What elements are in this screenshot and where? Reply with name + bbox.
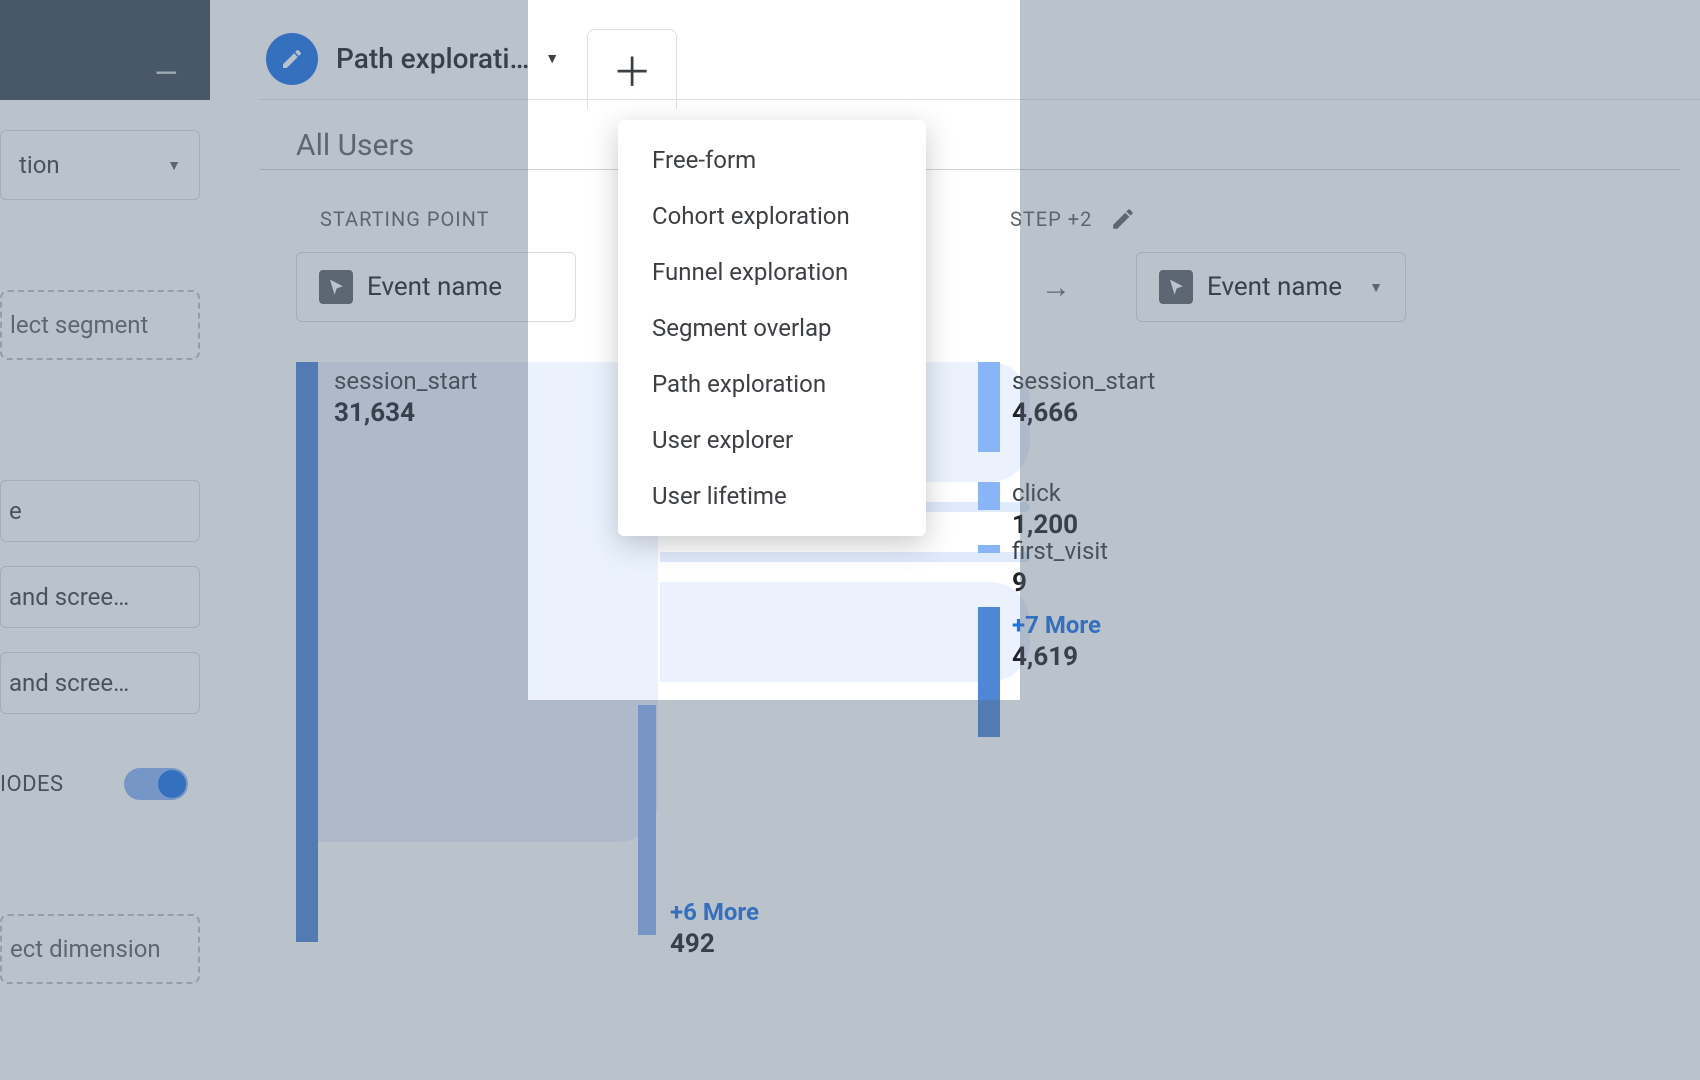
menu-item-segment-overlap[interactable]: Segment overlap: [618, 300, 926, 356]
plus-icon: ＋: [612, 40, 652, 98]
menu-item-user-lifetime[interactable]: User lifetime: [618, 468, 926, 524]
node-bar-step2-1[interactable]: [978, 482, 1000, 510]
node-bar-step2-0[interactable]: [978, 362, 1000, 452]
node-bar-step2-2[interactable]: [978, 545, 1000, 553]
menu-item-funnel-exploration[interactable]: Funnel exploration: [618, 244, 926, 300]
add-tab-button[interactable]: ＋: [587, 29, 677, 109]
flow-path: [660, 582, 1030, 682]
dim-overlay: [528, 700, 1020, 1080]
dim-overlay: [1020, 0, 1700, 1080]
technique-menu: Free-form Cohort exploration Funnel expl…: [618, 120, 926, 536]
flow-path: [660, 552, 1030, 562]
menu-item-free-form[interactable]: Free-form: [618, 132, 926, 188]
menu-item-user-explorer[interactable]: User explorer: [618, 412, 926, 468]
menu-item-cohort-exploration[interactable]: Cohort exploration: [618, 188, 926, 244]
dim-overlay: [0, 0, 528, 1080]
menu-item-path-exploration[interactable]: Path exploration: [618, 356, 926, 412]
tab-menu-caret[interactable]: ▼: [545, 50, 559, 67]
